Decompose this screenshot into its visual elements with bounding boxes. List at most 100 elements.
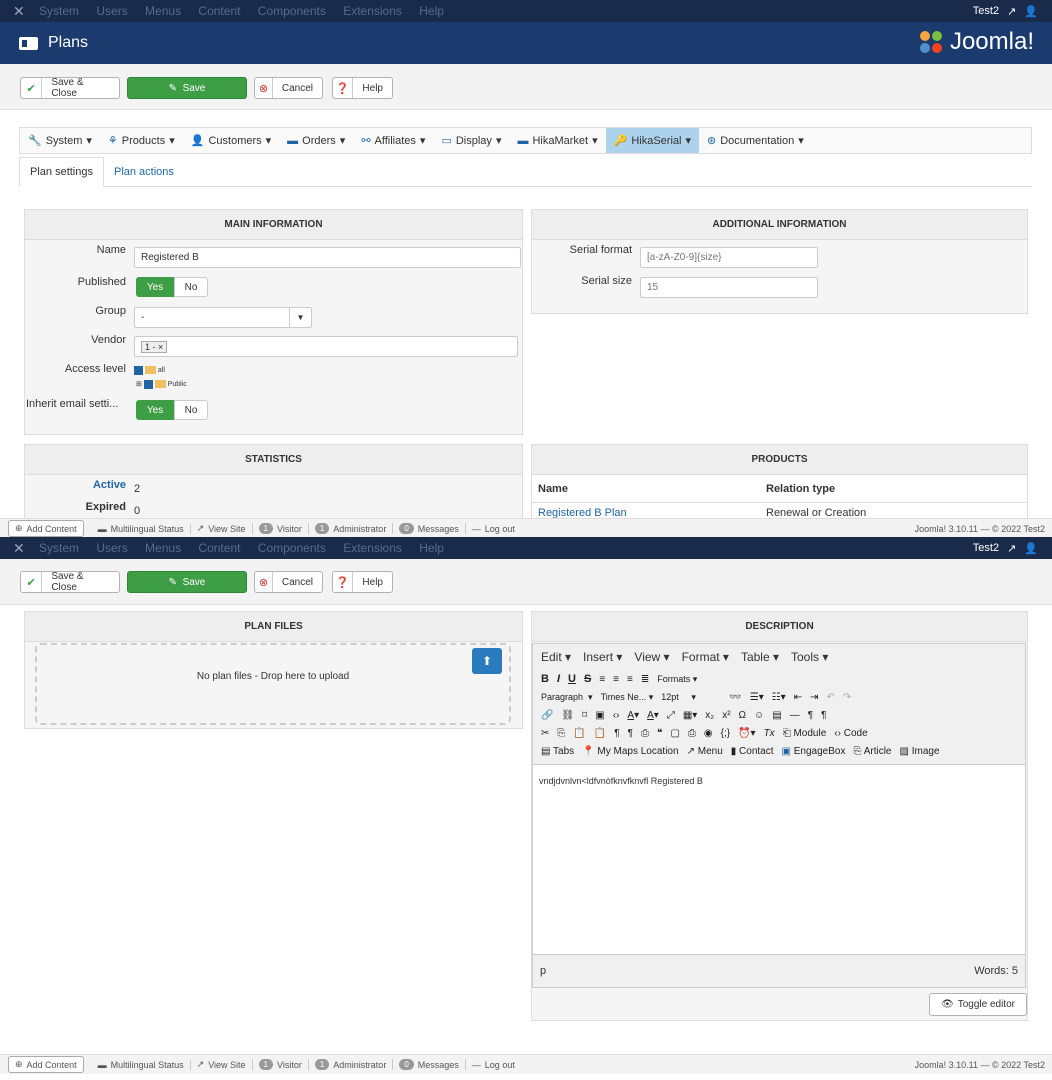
nav-products[interactable]: ⚘ Products ▾: [100, 128, 183, 153]
table-icon[interactable]: ▦▾: [683, 710, 697, 721]
editor-content[interactable]: vndjdvnlvn<ldfvnòfknvfknvfl Registered B: [533, 765, 1025, 925]
clock-icon[interactable]: ⏰▾: [738, 728, 755, 739]
paste-icon[interactable]: 📋: [573, 728, 585, 739]
joomla-menu-icon[interactable]: ✕: [13, 3, 33, 20]
strikethrough-icon[interactable]: S: [584, 673, 591, 685]
menu-format[interactable]: Format ▾: [682, 650, 729, 664]
redo-icon[interactable]: ↷: [843, 692, 851, 703]
visualaid-icon[interactable]: ▢: [670, 728, 679, 739]
nav-display[interactable]: ▭ Display ▾: [433, 128, 509, 153]
quote-icon[interactable]: ❝: [657, 728, 662, 739]
inherit-yes[interactable]: Yes: [136, 400, 174, 420]
site-name-link[interactable]: Test2: [973, 542, 999, 554]
messages-link[interactable]: 0 Messages: [393, 523, 466, 534]
inherit-email-toggle[interactable]: Yes No: [136, 400, 208, 420]
menu-extensions[interactable]: Extensions: [343, 541, 402, 555]
indent-icon[interactable]: ⇥: [810, 692, 818, 703]
cancel-button[interactable]: ⊗ Cancel: [254, 571, 323, 593]
checkbox-public[interactable]: [143, 379, 153, 389]
omega-icon[interactable]: Ω: [739, 710, 746, 721]
nav-affiliates[interactable]: ⚯ Affiliates ▾: [353, 128, 433, 153]
group-select[interactable]: - ▼: [134, 307, 312, 328]
logout-link[interactable]: — Log out: [466, 524, 521, 534]
text-color-icon[interactable]: A▾: [627, 710, 639, 721]
image-icon[interactable]: ▣: [595, 710, 604, 721]
active-label[interactable]: Active: [40, 479, 126, 491]
article-button[interactable]: ⎘ Article: [853, 746, 891, 757]
bold-icon[interactable]: B: [541, 673, 549, 685]
image-button[interactable]: ▨ Image: [899, 746, 939, 757]
find-icon[interactable]: 👓: [729, 692, 741, 703]
tab-plan-settings[interactable]: Plan settings: [19, 157, 104, 187]
save-close-button[interactable]: ✔ Save & Close: [20, 571, 120, 593]
print-icon[interactable]: ⎙: [688, 728, 696, 739]
view-site-link[interactable]: ↗ View Site: [191, 523, 253, 534]
save-close-button[interactable]: ✔ Save & Close: [20, 77, 120, 99]
add-content-button[interactable]: ⊕ Add Content: [8, 520, 84, 537]
menu-menus[interactable]: Menus: [145, 4, 181, 18]
serial-format-input[interactable]: [640, 247, 818, 268]
formats-dropdown[interactable]: Formats ▾: [657, 674, 697, 685]
nav-hikamarket[interactable]: ▬ HikaMarket ▾: [509, 128, 605, 153]
superscript-icon[interactable]: x²: [722, 710, 730, 721]
clear-format-icon[interactable]: Tx: [764, 728, 775, 739]
link-icon[interactable]: 🔗: [541, 710, 553, 721]
menu-users[interactable]: Users: [96, 4, 127, 18]
joomla-menu-icon[interactable]: ✕: [13, 540, 33, 557]
upload-dropzone[interactable]: No plan files - Drop here to upload: [35, 643, 511, 725]
vendor-tag[interactable]: 1 - ×: [141, 340, 168, 353]
align-left-icon[interactable]: ≡: [599, 674, 605, 685]
bg-color-icon[interactable]: A▾: [647, 710, 659, 721]
source-icon[interactable]: {;}: [721, 728, 730, 739]
underline-icon[interactable]: U: [568, 673, 576, 685]
menu-components[interactable]: Components: [258, 4, 326, 18]
menu-content[interactable]: Content: [198, 541, 240, 555]
menu-extensions[interactable]: Extensions: [343, 4, 402, 18]
outdent-icon[interactable]: ⇤: [794, 692, 802, 703]
code-button[interactable]: ‹› Code: [834, 728, 867, 739]
pilcrow-icon[interactable]: ¶: [614, 728, 619, 739]
font-select[interactable]: Times Ne... ▾: [601, 692, 654, 703]
tab-plan-actions[interactable]: Plan actions: [104, 157, 184, 186]
view-site-link[interactable]: ↗ View Site: [191, 1059, 253, 1070]
align-center-icon[interactable]: ≡: [613, 674, 619, 685]
menu-button[interactable]: ↗ Menu: [687, 746, 723, 757]
hr-icon[interactable]: —: [790, 710, 800, 721]
tabs-button[interactable]: ▤ Tabs: [541, 746, 574, 757]
toggle-editor-button[interactable]: 👁 Toggle editor: [929, 993, 1027, 1016]
bullet-list-icon[interactable]: ☰▾: [750, 692, 764, 703]
menu-insert[interactable]: Insert ▾: [583, 650, 622, 664]
numbered-list-icon[interactable]: ☷▾: [772, 692, 786, 703]
menu-system[interactable]: System: [39, 541, 79, 555]
multilingual-status-link[interactable]: ▬ Multilingual Status: [92, 523, 191, 534]
save-button[interactable]: ✎ Save: [127, 77, 247, 99]
help-button[interactable]: ❓ Help: [332, 77, 393, 99]
menu-components[interactable]: Components: [258, 541, 326, 555]
bookmark-icon[interactable]: ⌑: [582, 710, 587, 721]
menu-users[interactable]: Users: [96, 541, 127, 555]
published-no[interactable]: No: [174, 277, 208, 297]
published-yes[interactable]: Yes: [136, 277, 174, 297]
menu-help[interactable]: Help: [419, 4, 444, 18]
contact-button[interactable]: ▮ Contact: [731, 746, 774, 757]
cut-icon[interactable]: ✂: [541, 728, 549, 739]
preview-icon[interactable]: ◉: [704, 728, 713, 739]
multilingual-status-link[interactable]: ▬ Multilingual Status: [92, 1059, 191, 1070]
nav-hikaserial[interactable]: 🔑 HikaSerial ▾: [605, 128, 699, 153]
menu-edit[interactable]: Edit ▾: [541, 650, 571, 664]
vendor-select[interactable]: 1 - ×: [134, 336, 518, 357]
nav-system[interactable]: 🔧 System ▾: [20, 128, 100, 153]
user-icon[interactable]: 👤: [1024, 5, 1038, 18]
media-icon[interactable]: ▤: [772, 710, 781, 721]
upload-icon[interactable]: ⬆: [472, 648, 502, 674]
messages-link[interactable]: 0 Messages: [393, 1059, 466, 1070]
paste-text-icon[interactable]: 📋: [594, 728, 606, 739]
logout-link[interactable]: — Log out: [466, 1060, 521, 1070]
save-button[interactable]: ✎ Save: [127, 571, 247, 593]
fullscreen-icon[interactable]: ⤢: [667, 710, 675, 721]
template-icon[interactable]: ⎙: [641, 728, 649, 739]
undo-icon[interactable]: ↶: [826, 692, 834, 703]
copy-icon[interactable]: ⎘: [557, 728, 565, 739]
italic-icon[interactable]: I: [557, 673, 560, 685]
module-button[interactable]: ⎗ Module: [783, 728, 827, 739]
